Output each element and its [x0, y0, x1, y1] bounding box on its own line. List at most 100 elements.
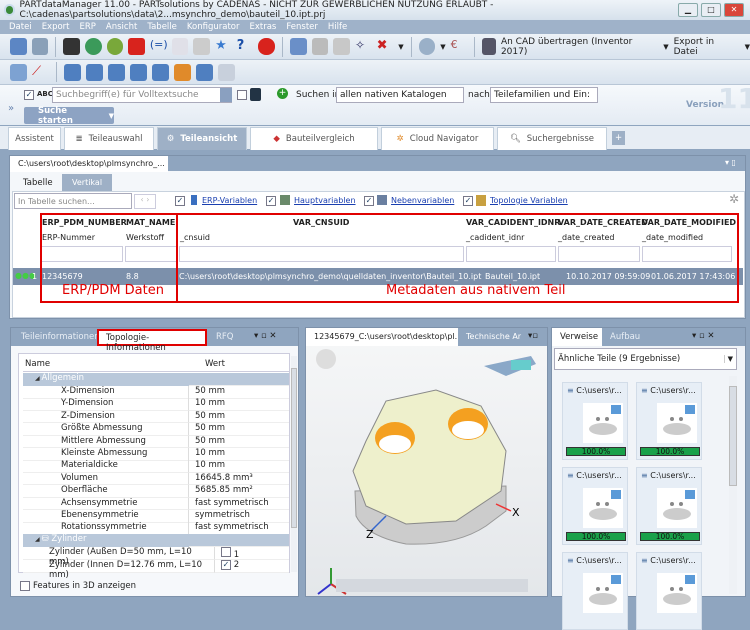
- tree-row[interactable]: Z-Dimension 50 mm: [23, 410, 289, 424]
- menu-erp[interactable]: ERP: [75, 22, 101, 32]
- tree-row[interactable]: Oberfläche 5685.85 mm²: [23, 485, 289, 498]
- tab-technical[interactable]: Technische Ar: [466, 332, 521, 341]
- tab-teileauswahl[interactable]: ≣ Teileauswahl: [64, 127, 154, 150]
- part-icon[interactable]: [418, 38, 436, 55]
- book-icon[interactable]: [250, 88, 261, 101]
- erp-vars-link[interactable]: ERP-Variablen: [202, 196, 257, 205]
- similar-part-card[interactable]: ≡ C:\users\r... 100.0%: [636, 467, 702, 545]
- din-icon[interactable]: [193, 38, 211, 55]
- db-export-icon[interactable]: [174, 63, 191, 81]
- tree-row[interactable]: Mittlere Abmessung 50 mm: [23, 435, 289, 449]
- globe-icon[interactable]: [106, 38, 124, 55]
- similar-part-card[interactable]: ≡ C:\users\r... 100.0%: [562, 467, 628, 545]
- add-icon[interactable]: +: [277, 88, 288, 99]
- cards-scrollbar[interactable]: [729, 376, 737, 594]
- table-search-input[interactable]: In Tabelle suchen...: [14, 193, 132, 209]
- delete-icon[interactable]: ✖: [377, 38, 394, 55]
- dropdown-arrow-icon[interactable]: ▼: [398, 43, 403, 51]
- topology-vars-link[interactable]: Topologie Variablen: [490, 196, 568, 205]
- tab-cloud-navigator[interactable]: ✲ Cloud Navigator: [381, 127, 494, 150]
- dropdown-arrow-icon[interactable]: ▼: [663, 43, 668, 51]
- features-3d-checkbox[interactable]: [20, 581, 30, 591]
- tab-bauteilvergleich[interactable]: ◆ Bauteilvergleich: [250, 127, 378, 150]
- fulltext-checkbox[interactable]: ✓: [24, 90, 34, 100]
- tab-aufbau[interactable]: Aufbau: [610, 332, 640, 342]
- db-mail-icon[interactable]: [130, 63, 147, 81]
- calendar-icon[interactable]: [218, 63, 235, 81]
- header-name[interactable]: Name: [25, 359, 50, 369]
- menu-extras[interactable]: Extras: [245, 22, 282, 32]
- panel-controls[interactable]: ▾ ▫ ✕: [692, 331, 715, 341]
- tab-teileinformationen[interactable]: Teileinformationen: [21, 332, 100, 342]
- panel-menu-icon[interactable]: ▾ ▯: [725, 158, 736, 167]
- 3d-model-view[interactable]: X Z: [306, 346, 547, 596]
- db-users-icon[interactable]: [86, 63, 103, 81]
- cad-transfer-button[interactable]: An CAD übertragen (Inventor 2017): [501, 37, 658, 57]
- wand-icon[interactable]: ✧: [355, 38, 372, 55]
- cylinder-checkbox[interactable]: [221, 547, 231, 557]
- tab-topologie-informationen[interactable]: Topologie-Informationen: [97, 329, 207, 353]
- traffic-light-icon[interactable]: [63, 38, 80, 55]
- similar-part-card[interactable]: ≡ C:\users\r...: [562, 552, 628, 630]
- tab-rfq[interactable]: RFQ: [216, 332, 234, 342]
- header-wert[interactable]: Wert: [205, 359, 225, 369]
- table-panel-tab[interactable]: C:\users\root\desktop\plmsynchro_...: [10, 156, 168, 172]
- expand-icon[interactable]: »: [8, 103, 14, 114]
- db-key-icon[interactable]: [64, 63, 81, 81]
- secondary-vars-checkbox[interactable]: ✓: [364, 196, 374, 206]
- subtab-vertikal[interactable]: Vertikal: [62, 174, 112, 191]
- tree-scrollbar[interactable]: [291, 356, 297, 572]
- tree-row[interactable]: Größte Abmessung 50 mm: [23, 423, 289, 436]
- families-select[interactable]: Teilefamilien und Ein:: [490, 87, 598, 103]
- tab-teileansicht[interactable]: ⚙ Teileansicht: [157, 127, 247, 150]
- settings-gear-icon[interactable]: ✲: [729, 192, 739, 206]
- tree-row[interactable]: X-Dimension 50 mm: [23, 386, 289, 399]
- menu-konfigurator[interactable]: Konfigurator: [182, 22, 245, 32]
- table-view-icon[interactable]: [10, 63, 27, 81]
- menu-tabelle[interactable]: Tabelle: [142, 22, 182, 32]
- star-icon[interactable]: ★: [215, 38, 232, 55]
- tab-3d-view[interactable]: 12345679_C:\users\root\desktop\pl...: [306, 328, 458, 346]
- user-icon[interactable]: [290, 38, 307, 55]
- panel-controls[interactable]: ▾▫: [528, 331, 538, 341]
- printer-icon[interactable]: [31, 38, 49, 55]
- tree-row[interactable]: Achsensymmetrie fast symmetrisch: [23, 497, 289, 511]
- option-checkbox[interactable]: [237, 90, 247, 100]
- export-file-button[interactable]: Export in Datei: [674, 37, 740, 57]
- db-help-icon[interactable]: [196, 63, 213, 81]
- panel-controls[interactable]: ▾ ▫ ✕: [254, 331, 277, 341]
- menu-ansicht[interactable]: Ansicht: [101, 22, 142, 32]
- tab-assistent[interactable]: Assistent: [8, 127, 61, 150]
- pdf-icon[interactable]: [128, 38, 145, 55]
- tab-suchergebnisse[interactable]: 🔍︎ Suchergebnisse: [497, 127, 607, 150]
- help-icon[interactable]: ?: [237, 38, 254, 55]
- formula-icon[interactable]: (=): [150, 38, 168, 55]
- db-add-icon[interactable]: [152, 63, 169, 81]
- similar-part-card[interactable]: ≡ C:\users\r...: [636, 552, 702, 630]
- bmp-export-icon[interactable]: [10, 38, 27, 55]
- group-zylinder[interactable]: ◢ ⛁ Zylinder: [23, 534, 289, 547]
- dropdown-arrow-icon[interactable]: ▼: [745, 43, 750, 51]
- topology-vars-checkbox[interactable]: ✓: [463, 196, 473, 206]
- refresh-icon[interactable]: [84, 38, 102, 55]
- menu-fenster[interactable]: Fenster: [281, 22, 323, 32]
- tree-row[interactable]: Kleinste Abmessung 10 mm: [23, 448, 289, 461]
- search-dropdown-arrow[interactable]: [220, 88, 232, 102]
- menu-export[interactable]: Export: [37, 22, 75, 32]
- similar-parts-select[interactable]: Ähnliche Teile (9 Ergebnisse) ▼: [554, 348, 737, 370]
- tree-row[interactable]: Volumen 16645.8 mm³: [23, 472, 289, 486]
- tree-row[interactable]: Ebenensymmetrie symmetrisch: [23, 510, 289, 523]
- menu-datei[interactable]: Datei: [4, 22, 37, 32]
- network-icon[interactable]: [311, 38, 329, 55]
- menu-hilfe[interactable]: Hilfe: [323, 22, 352, 32]
- price-search-icon[interactable]: €: [451, 38, 468, 55]
- tree-row[interactable]: Materialdicke 10 mm: [23, 460, 289, 473]
- add-tab-button[interactable]: +: [612, 131, 625, 145]
- table-nav-arrows[interactable]: ‹ ›: [134, 194, 156, 209]
- cylinder-checkbox[interactable]: ✓: [221, 560, 231, 570]
- close-button[interactable]: ✕: [724, 3, 744, 17]
- group-allgemein[interactable]: ◢ Allgemein: [23, 373, 289, 386]
- tab-verweise[interactable]: Verweise: [552, 328, 602, 346]
- connect-icon[interactable]: ⟋: [32, 64, 49, 81]
- secondary-vars-link[interactable]: Nebenvariablen: [391, 196, 454, 205]
